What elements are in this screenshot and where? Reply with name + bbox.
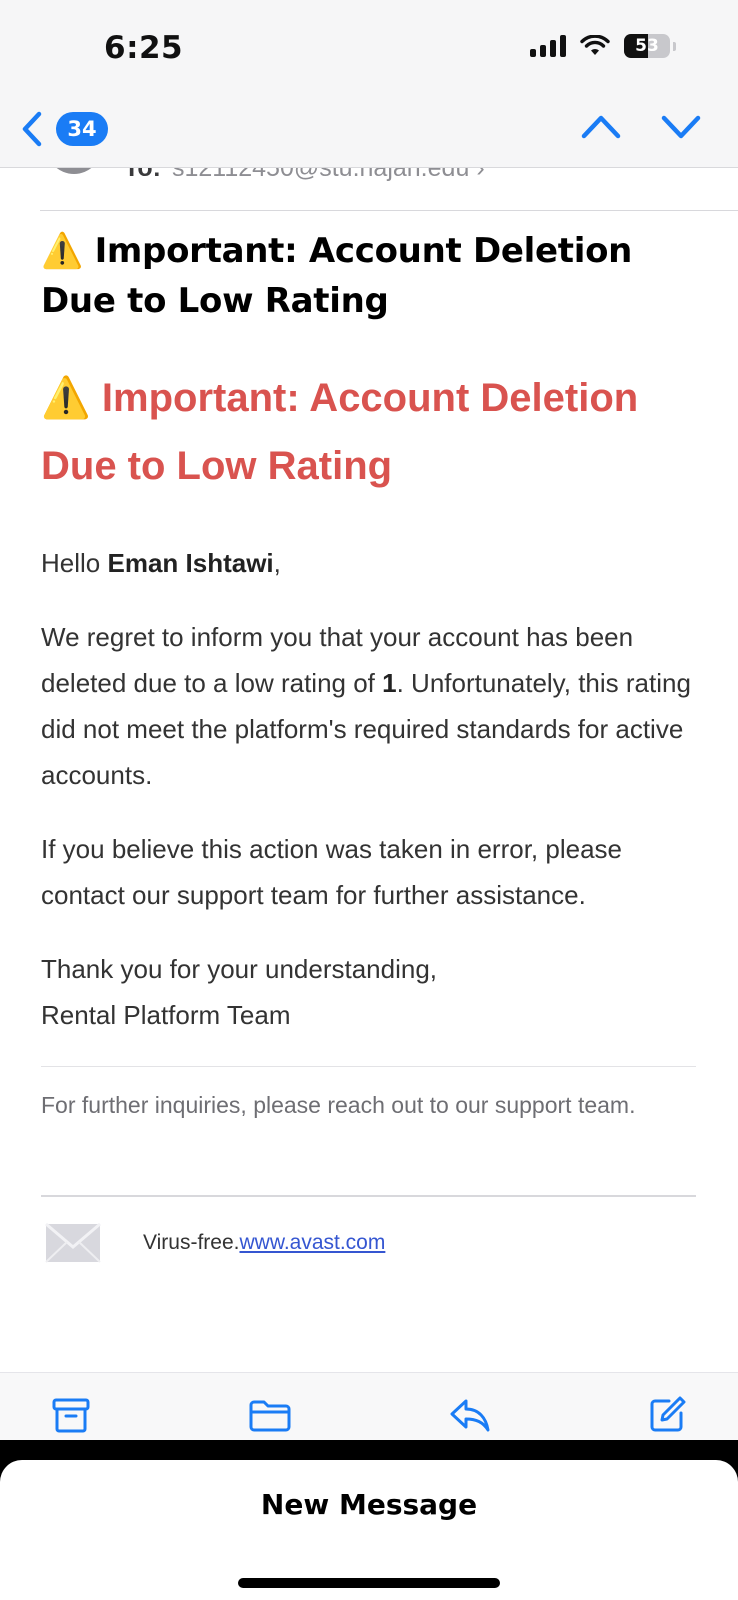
rating-value: 1: [382, 668, 397, 698]
status-icons: 53: [530, 34, 676, 58]
header-divider: [40, 210, 738, 211]
message-nav-bar: 34: [0, 100, 738, 160]
chevron-right-icon: ›: [476, 168, 485, 182]
new-message-title[interactable]: New Message: [0, 1488, 738, 1521]
recipient-address[interactable]: s12112450@stu.najah.edu: [172, 168, 469, 182]
battery-percent: 53: [635, 36, 659, 56]
paragraph-deletion-notice: We regret to inform you that your accoun…: [41, 614, 696, 798]
recipient-text: To: s12112450@stu.najah.edu ›: [124, 168, 485, 183]
footer-divider: [41, 1066, 696, 1067]
greeting-prefix: Hello: [41, 548, 108, 578]
closing-line-2: Rental Platform Team: [41, 1000, 291, 1030]
compose-icon: [650, 1396, 686, 1432]
unread-count-badge: 34: [56, 112, 108, 146]
avast-link[interactable]: www.avast.com: [239, 1231, 385, 1254]
paragraph-support: If you believe this action was taken in …: [41, 834, 622, 910]
folder-icon: [249, 1400, 291, 1432]
new-message-sheet[interactable]: New Message: [0, 1460, 738, 1600]
footer-note: For further inquiries, please reach out …: [41, 1092, 636, 1118]
chevron-down-icon[interactable]: [660, 112, 702, 142]
wifi-icon: [580, 35, 610, 55]
closing-line-1: Thank you for your understanding,: [41, 954, 438, 984]
body-heading: ⚠️ Important: Account Deletion Due to Lo…: [41, 376, 639, 488]
archive-button[interactable]: [49, 1393, 93, 1437]
envelope-icon: [45, 1223, 101, 1263]
cellular-signal-icon: [530, 35, 566, 57]
top-bar: 6:25 53 34: [0, 0, 738, 168]
recipient-line[interactable]: To: s12112450@stu.najah.edu ›: [40, 168, 738, 206]
reply-button[interactable]: [448, 1393, 492, 1437]
battery-icon: 53: [624, 34, 670, 58]
email-subject: ⚠️ Important: Account Deletion Due to Lo…: [41, 231, 633, 321]
battery-tip: [673, 41, 676, 51]
move-to-folder-button[interactable]: [248, 1393, 292, 1437]
home-indicator[interactable]: [238, 1578, 500, 1588]
reply-icon: [450, 1399, 490, 1432]
avast-text: Virus-free.www.avast.com: [143, 1231, 385, 1255]
recipient-name: Eman Ishtawi: [107, 548, 274, 578]
greeting: Hello Eman Ishtawi,: [41, 540, 696, 586]
status-time: 6:25: [104, 30, 184, 66]
signature-divider: [41, 1195, 696, 1197]
greeting-suffix: ,: [273, 548, 281, 578]
message-navigation: [580, 112, 702, 142]
archive-icon: [52, 1398, 90, 1433]
to-label: To:: [124, 168, 162, 182]
avast-prefix: Virus-free.: [143, 1231, 240, 1254]
email-body: ⚠️ Important: Account Deletion Due to Lo…: [41, 364, 696, 1265]
message-view[interactable]: To: s12112450@stu.najah.edu › ⚠️ Importa…: [0, 168, 738, 1372]
chevron-up-icon[interactable]: [580, 112, 622, 142]
back-button[interactable]: 34: [20, 110, 108, 148]
chevron-left-icon: [22, 111, 42, 147]
sender-avatar: [46, 168, 102, 174]
compose-button[interactable]: [645, 1393, 689, 1437]
avast-signature: Virus-free.www.avast.com: [41, 1221, 696, 1265]
closing: Thank you for your understanding, Rental …: [41, 946, 696, 1038]
